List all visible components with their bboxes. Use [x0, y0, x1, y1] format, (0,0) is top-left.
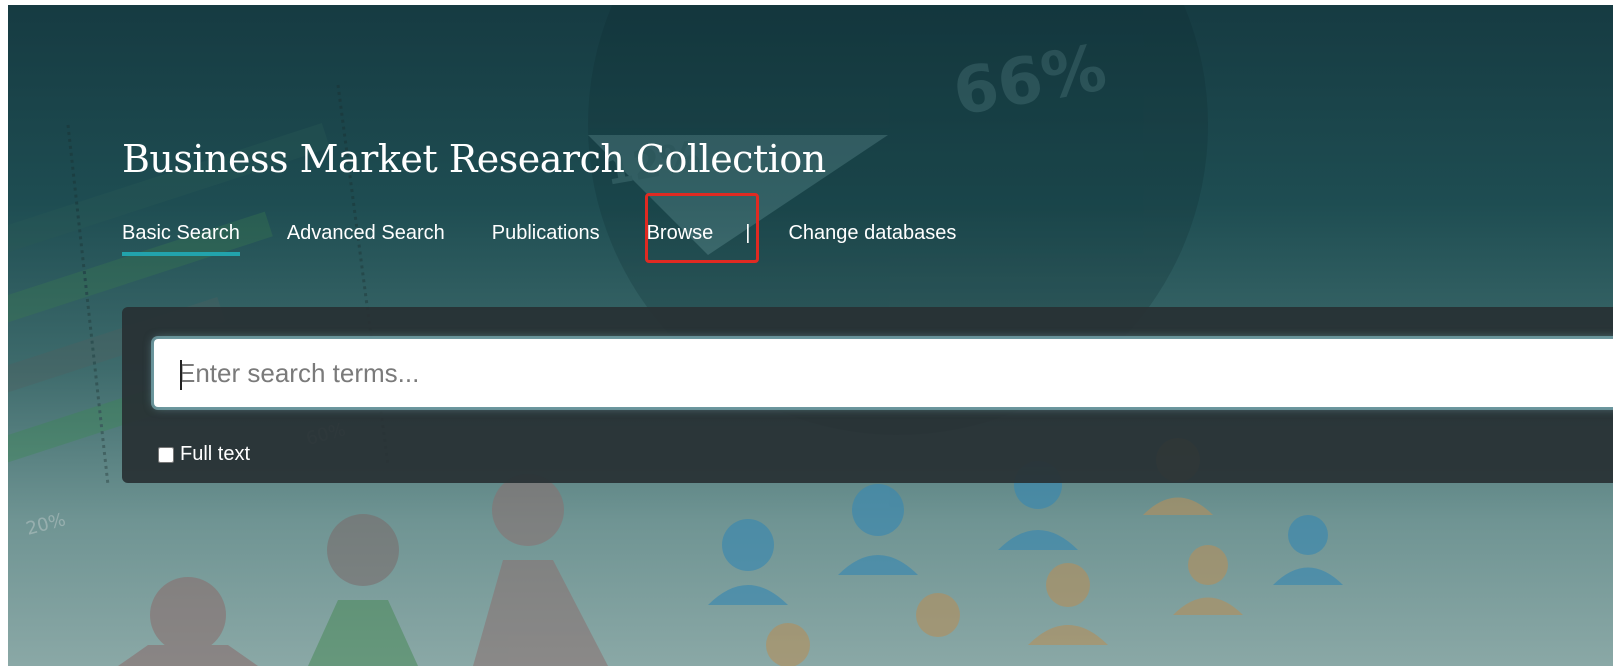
svg-text:66%: 66%: [948, 31, 1112, 130]
search-panel: Full text: [122, 307, 1613, 483]
search-mode-nav: Basic Search Advanced Search Publication…: [122, 213, 1003, 256]
fulltext-label[interactable]: Full text: [180, 443, 250, 466]
text-caret: [180, 360, 182, 390]
svg-text:20%: 20%: [24, 509, 68, 540]
search-input[interactable]: [154, 339, 1613, 407]
fulltext-option: Full text: [158, 443, 250, 466]
search-hero: 66% 12% 20% 60%: [8, 5, 1613, 666]
collection-title: Business Market Research Collection: [122, 137, 826, 181]
change-databases-link[interactable]: Change databases: [788, 221, 956, 245]
tab-browse[interactable]: Browse: [647, 221, 714, 245]
fulltext-checkbox[interactable]: [158, 446, 174, 463]
tab-basic-search[interactable]: Basic Search: [122, 221, 240, 256]
tab-publications[interactable]: Publications: [492, 221, 600, 245]
tab-advanced-search[interactable]: Advanced Search: [287, 221, 445, 245]
nav-separator: |: [745, 221, 751, 244]
